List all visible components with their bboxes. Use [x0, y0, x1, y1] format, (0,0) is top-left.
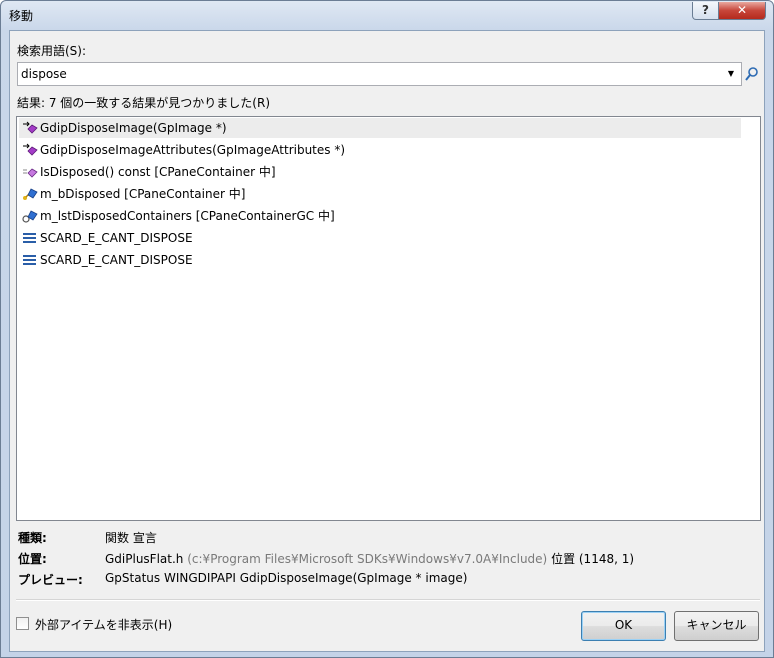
private-function-icon	[23, 168, 38, 178]
list-item-label: m_bDisposed [CPaneContainer 中]	[40, 187, 246, 201]
list-item-label: GdipDisposeImageAttributes(GpImageAttrib…	[40, 143, 346, 157]
title-bar[interactable]: 移動 ? ✕	[1, 1, 773, 29]
preview-label: プレビュー:	[18, 573, 83, 587]
location-path: (c:¥Program Files¥Microsoft SDKs¥Windows…	[187, 552, 548, 566]
location-label: 位置:	[18, 552, 47, 566]
ok-button[interactable]: OK	[581, 611, 666, 641]
search-label: 検索用語(S):	[17, 44, 87, 58]
list-item-label: m_lstDisposedContainers [CPaneContainerG…	[40, 209, 335, 223]
location-position: 位置 (1148, 1)	[551, 552, 635, 566]
preview-value: GpStatus WINGDIPAPI GdipDisposeImage(GpI…	[105, 571, 468, 585]
results-summary: 結果: 7 個の一致する結果が見つかりました(R)	[17, 96, 271, 110]
chevron-down-icon[interactable]: ▼	[724, 67, 738, 81]
hide-external-label[interactable]: 外部アイテムを非表示(H)	[35, 616, 172, 633]
close-button[interactable]: ✕	[718, 2, 766, 20]
goto-dialog: 移動 ? ✕ 検索用語(S): ▼ 結果: 7 個の一致する結果が見つかりました…	[0, 0, 774, 658]
macro-icon	[23, 233, 36, 243]
list-item[interactable]: IsDisposed() const [CPaneContainer 中]	[19, 162, 741, 182]
search-combobox[interactable]: ▼	[17, 62, 742, 86]
protected-field-icon	[23, 188, 38, 200]
list-item[interactable]: SCARD_E_CANT_DISPOSE	[19, 250, 741, 270]
list-item[interactable]: SCARD_E_CANT_DISPOSE	[19, 228, 741, 248]
results-list[interactable]: GdipDisposeImage(GpImage *) GdipDisposeI…	[16, 116, 761, 521]
list-item-label: GdipDisposeImage(GpImage *)	[40, 121, 227, 135]
cancel-button[interactable]: キャンセル	[674, 611, 759, 641]
public-function-icon	[23, 143, 38, 156]
list-item-label: SCARD_E_CANT_DISPOSE	[40, 231, 193, 245]
window-title: 移動	[9, 9, 34, 23]
public-function-icon	[23, 121, 38, 134]
hide-external-checkbox[interactable]	[16, 617, 29, 630]
divider	[16, 599, 760, 601]
list-item[interactable]: GdipDisposeImageAttributes(GpImageAttrib…	[19, 140, 741, 160]
dialog-body: 検索用語(S): ▼ 結果: 7 個の一致する結果が見つかりました(R) Gdi…	[9, 30, 765, 652]
location-value: GdiPlusFlat.h (c:¥Program Files¥Microsof…	[105, 550, 634, 567]
kind-label: 種類:	[18, 531, 47, 545]
search-input[interactable]	[20, 65, 721, 83]
kind-value: 関数 宣言	[105, 531, 157, 545]
list-item[interactable]: m_lstDisposedContainers [CPaneContainerG…	[19, 206, 741, 226]
list-item-label: SCARD_E_CANT_DISPOSE	[40, 253, 193, 267]
protected-field-icon	[22, 210, 38, 223]
location-file: GdiPlusFlat.h	[105, 552, 184, 566]
help-button[interactable]: ?	[692, 2, 719, 20]
list-item[interactable]: m_bDisposed [CPaneContainer 中]	[19, 184, 741, 204]
list-item[interactable]: GdipDisposeImage(GpImage *)	[19, 118, 741, 138]
list-item-label: IsDisposed() const [CPaneContainer 中]	[40, 165, 276, 179]
search-icon[interactable]	[745, 66, 759, 82]
macro-icon	[23, 255, 36, 265]
